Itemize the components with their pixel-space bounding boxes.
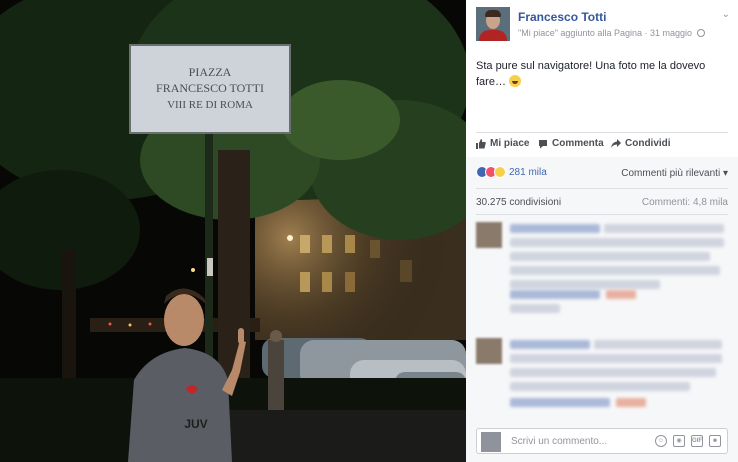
comment-input[interactable]: Scrivi un commento... xyxy=(511,436,607,447)
comment-item xyxy=(476,222,728,332)
sign-line1: PIAZZA xyxy=(189,65,232,79)
share-label: Condividi xyxy=(625,138,671,149)
blurred-text xyxy=(510,340,590,349)
comment-item xyxy=(476,338,728,422)
blurred-text xyxy=(510,290,600,299)
sticker-icon[interactable]: ☻ xyxy=(709,435,721,447)
shares-count-link[interactable]: 30.275 condivisioni xyxy=(476,197,561,208)
commenter-avatar xyxy=(476,222,502,248)
blurred-text xyxy=(616,398,646,407)
share-icon xyxy=(611,138,621,148)
post-text-line1: Sta pure sul navigatore! Una foto me la … xyxy=(476,60,706,72)
blurred-text xyxy=(510,280,660,289)
sort-caret-icon: ▾ xyxy=(722,168,728,179)
comment-icon xyxy=(539,139,547,148)
post-date-link[interactable]: 31 maggio xyxy=(650,28,692,38)
composer-tools: ☺ ◉ GIF ☻ xyxy=(655,435,721,447)
commenter-avatar xyxy=(476,338,502,364)
post-sidebar: Francesco Totti "Mi piace" aggiunto alla… xyxy=(466,0,738,462)
blurred-text xyxy=(510,252,710,261)
comments-sort-dropdown[interactable]: Commenti più rilevanti ▾ xyxy=(621,168,728,179)
blurred-text xyxy=(604,224,724,233)
like-label: Mi piace xyxy=(490,138,530,149)
sign-line2: FRANCESCO TOTTI xyxy=(156,81,264,95)
divider xyxy=(476,188,728,189)
like-button[interactable]: Mi piace xyxy=(476,138,529,149)
post-text-line2: fare… xyxy=(476,76,506,88)
reactions-count: 281 mila xyxy=(509,166,547,178)
blurred-text xyxy=(606,290,636,299)
post-text: Sta pure sul navigatore! Una foto me la … xyxy=(476,58,716,90)
haha-reaction-icon xyxy=(494,166,506,178)
post-meta: "Mi piace" aggiunto alla Pagina · 31 mag… xyxy=(518,28,705,38)
comment-label: Commenta xyxy=(552,138,604,149)
post-photo[interactable]: PIAZZA FRANCESCO TOTTI VIII RE DI ROMA J… xyxy=(0,0,466,462)
divider xyxy=(476,214,728,215)
divider xyxy=(476,132,728,133)
gif-icon[interactable]: GIF xyxy=(691,435,703,447)
page-name-link[interactable]: Francesco Totti xyxy=(518,10,606,24)
emoji-icon[interactable]: ☺ xyxy=(655,435,667,447)
globe-icon xyxy=(696,29,705,37)
blurred-text xyxy=(510,304,560,313)
photo-scene: PIAZZA FRANCESCO TOTTI VIII RE DI ROMA J… xyxy=(0,0,466,462)
blurred-text xyxy=(510,368,716,377)
my-avatar xyxy=(481,432,501,452)
camera-icon[interactable]: ◉ xyxy=(673,435,685,447)
laughing-emoji-icon xyxy=(509,75,522,87)
comment-button[interactable]: Commenta xyxy=(538,138,604,149)
comment-composer[interactable]: Scrivi un commento... ☺ ◉ GIF ☻ xyxy=(476,428,728,454)
blurred-text xyxy=(510,382,690,391)
blurred-text xyxy=(510,224,600,233)
page-avatar[interactable] xyxy=(476,7,510,41)
blurred-text xyxy=(594,340,722,349)
comments-count: Commenti: 4,8 mila xyxy=(641,197,728,208)
reactions-summary[interactable]: 281 mila xyxy=(476,166,547,178)
post-actions: Mi piace Commenta Condividi xyxy=(476,138,728,154)
post-options-chevron-icon[interactable]: ⌄ xyxy=(722,9,730,20)
sign-line3: VIII RE DI ROMA xyxy=(167,99,253,111)
post-header: Francesco Totti "Mi piace" aggiunto alla… xyxy=(476,7,730,43)
blurred-text xyxy=(510,354,722,363)
sort-label: Commenti più rilevanti xyxy=(621,168,721,179)
blurred-text xyxy=(510,238,724,247)
shirt-text: JUV xyxy=(184,417,207,431)
blurred-text xyxy=(510,398,610,407)
meta-action: "Mi piace" aggiunto alla Pagina xyxy=(518,28,642,38)
share-button[interactable]: Condividi xyxy=(611,138,671,149)
facebook-photo-viewer: PIAZZA FRANCESCO TOTTI VIII RE DI ROMA J… xyxy=(0,0,738,462)
blurred-text xyxy=(510,266,720,275)
like-icon xyxy=(476,138,486,149)
